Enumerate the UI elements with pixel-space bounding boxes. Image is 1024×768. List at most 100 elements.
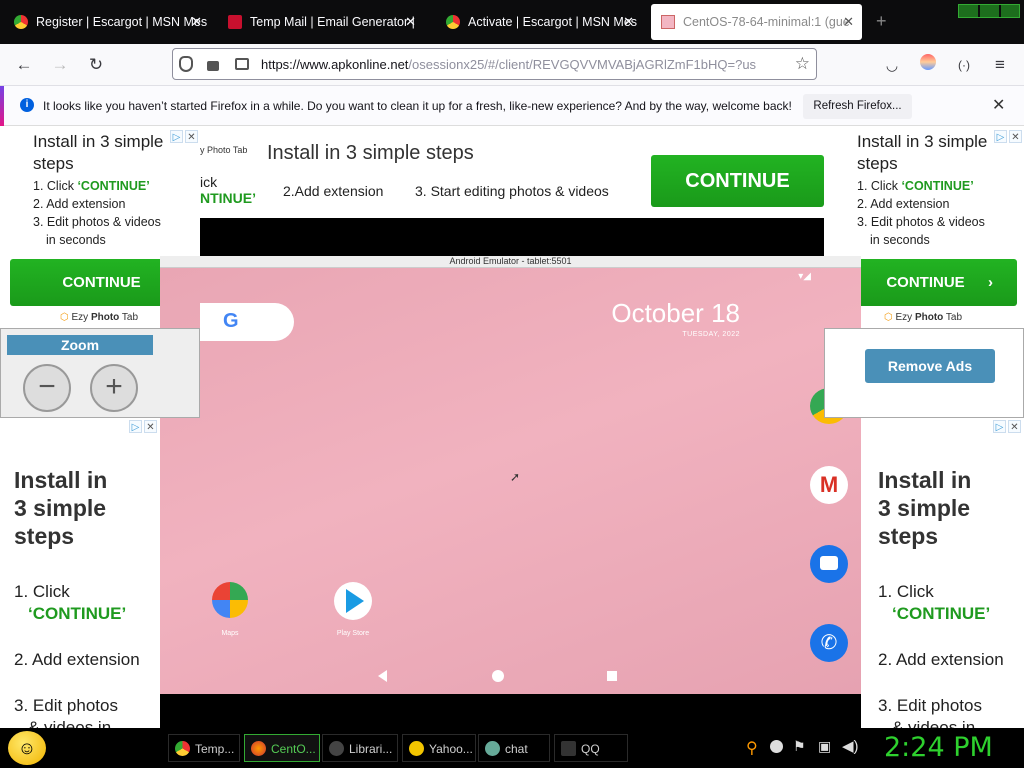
url-text: https://www.apkonline.net/osessionx25/#/… <box>261 57 757 72</box>
ad-brand: ⬡ Ezy Photo Tab <box>884 312 963 323</box>
ad-step-3b: in seconds <box>46 233 106 247</box>
qq-icon <box>561 741 576 756</box>
close-ad-icon[interactable]: ✕ <box>144 420 157 433</box>
banner-step-2: 2.Add extension <box>283 183 384 199</box>
permissions-icon[interactable] <box>235 58 249 70</box>
chevron-right-icon: › <box>988 274 993 291</box>
home-nav-icon[interactable] <box>492 670 504 682</box>
search-icon[interactable]: ⚲ <box>746 738 758 758</box>
tray-icon[interactable] <box>770 740 783 753</box>
back-icon[interactable]: ← <box>12 53 36 77</box>
tab-temp-mail[interactable]: Temp Mail | Email Generator | ✕ <box>218 4 424 40</box>
taskbar-item-centos[interactable]: CentO... <box>244 734 320 762</box>
big-ad-step-3b: & videos in <box>892 718 976 728</box>
big-ad-title: Install in 3 simple steps <box>878 467 972 549</box>
clock[interactable]: 2:24 PM <box>884 732 993 763</box>
firefox-icon <box>251 741 266 756</box>
notification-accent <box>0 86 4 126</box>
emulator-titlebar: Android Emulator - tablet:5501 <box>160 256 861 268</box>
banner-step-fragment: ick <box>200 174 218 190</box>
status-icons: ▾◢ <box>798 271 811 282</box>
menu-icon[interactable]: ≡ <box>988 53 1012 77</box>
right-big-ad[interactable]: ▷ ✕ Install in 3 simple steps 1. Click ‘CO… <box>864 418 1024 728</box>
reload-icon[interactable]: ↻ <box>84 53 108 77</box>
adchoices-icon[interactable]: ▷ <box>129 420 142 433</box>
tab-title: CentOS-78-64-minimal:1 (gue <box>683 15 850 29</box>
refresh-firefox-button[interactable]: Refresh Firefox... <box>803 94 912 119</box>
big-ad-step-3: 3. Edit photos <box>14 696 118 715</box>
close-tab-icon[interactable]: ✕ <box>191 14 202 30</box>
tab-register-escargot[interactable]: Register | Escargot | MSN Mes ✕ <box>4 4 210 40</box>
yahoo-messenger-icon <box>409 741 424 756</box>
adchoices-icon[interactable]: ▷ <box>993 420 1006 433</box>
chrome-icon <box>175 741 190 756</box>
gmail-icon[interactable]: M <box>810 466 848 504</box>
banner-ad[interactable]: y Photo Tab ick NTINUE’ Install in 3 sim… <box>200 128 824 218</box>
taskbar-item-qq[interactable]: QQ <box>554 734 628 762</box>
recents-nav-icon[interactable] <box>607 671 617 681</box>
close-ad-icon[interactable]: ✕ <box>1008 420 1021 433</box>
close-tab-icon[interactable]: ✕ <box>405 14 416 30</box>
chrome-icon <box>14 15 28 29</box>
close-ad-icon[interactable]: ✕ <box>1009 130 1022 143</box>
bookmark-star-icon[interactable]: ☆ <box>795 54 810 74</box>
banner-continue-button[interactable]: CONTINUE <box>651 155 824 207</box>
android-screen[interactable]: G October 18 TUESDAY, 2022 ▾◢ Maps Play … <box>160 268 861 694</box>
pocket-icon[interactable]: ◡ <box>880 53 904 77</box>
play-store-icon[interactable] <box>334 582 372 620</box>
info-icon: i <box>20 98 34 112</box>
banner-title: Install in 3 simple steps <box>267 142 474 164</box>
window-controls[interactable] <box>958 4 1020 18</box>
chrome-icon <box>446 15 460 29</box>
extension-icon[interactable] <box>916 53 940 77</box>
network-icon[interactable]: ▣ <box>818 738 831 755</box>
url-bar[interactable]: https://www.apkonline.net/osessionx25/#/… <box>172 48 817 80</box>
close-tab-icon[interactable]: ✕ <box>623 14 634 30</box>
back-nav-icon[interactable] <box>378 670 387 682</box>
shield-icon[interactable] <box>179 56 193 72</box>
flag-icon[interactable]: ⚑ <box>793 738 806 755</box>
zoom-out-button[interactable]: − <box>23 364 71 412</box>
mouse-cursor-icon: ➚ <box>510 470 521 484</box>
taskbar-item-yahoo[interactable]: Yahoo... <box>402 734 476 762</box>
continue-button[interactable]: CONTINUE› <box>834 259 1017 306</box>
zoom-panel: Zoom − + <box>0 328 200 418</box>
messages-icon[interactable] <box>810 545 848 583</box>
start-menu-icon[interactable]: ☺ <box>8 731 46 765</box>
tab-centos[interactable]: CentOS-78-64-minimal:1 (gue ✕ <box>651 4 862 40</box>
remove-ads-button[interactable]: Remove Ads <box>865 349 995 383</box>
taskbar-item-libraries[interactable]: Librari... <box>322 734 398 762</box>
big-ad-step-1: 1. Click <box>878 582 934 601</box>
ad-step-1: 1. Click ‘CONTINUE’ <box>857 179 974 193</box>
maps-label: Maps <box>221 630 239 637</box>
clock-day: TUESDAY, 2022 <box>682 331 740 338</box>
cast-icon[interactable]: (·) <box>952 53 976 77</box>
google-search-widget[interactable]: G <box>200 303 294 341</box>
left-big-ad[interactable]: ▷ ✕ Install in 3 simple steps 1. Click ‘CO… <box>0 418 160 728</box>
clock-date: October 18 <box>611 298 740 328</box>
close-notification-icon[interactable]: ✕ <box>992 95 1005 115</box>
mail-icon <box>228 15 242 29</box>
ad-step-2: 2. Add extension <box>33 197 126 211</box>
zoom-in-button[interactable]: + <box>90 364 138 412</box>
big-ad-step-1-cta: ‘CONTINUE’ <box>28 604 127 623</box>
big-ad-step-2: 2. Add extension <box>878 650 1004 669</box>
banner-brand: y Photo Tab <box>200 145 248 155</box>
forward-icon[interactable]: → <box>48 53 72 77</box>
big-ad-step-1-cta: ‘CONTINUE’ <box>892 604 991 623</box>
taskbar-item-temp[interactable]: Temp... <box>168 734 240 762</box>
ad-brand: ⬡ Ezy Photo Tab <box>60 312 139 323</box>
taskbar-item-chat[interactable]: chat <box>478 734 550 762</box>
tab-bar: Register | Escargot | MSN Mes ✕ Temp Mai… <box>0 0 1024 44</box>
taskbar: ☺ Temp... CentO... Librari... Yahoo... c… <box>0 728 1024 768</box>
tab-title: Register | Escargot | MSN Mes <box>36 15 208 29</box>
tab-activate-escargot[interactable]: Activate | Escargot | MSN Mes ✕ <box>436 4 642 40</box>
volume-icon[interactable]: ◀) <box>842 737 859 755</box>
close-tab-icon[interactable]: ✕ <box>843 14 854 30</box>
ad-title: Install in 3 simple steps <box>857 132 988 173</box>
close-ad-icon[interactable]: ✕ <box>185 130 198 143</box>
lock-icon[interactable] <box>207 61 219 71</box>
maps-icon[interactable] <box>212 582 248 618</box>
new-tab-button[interactable]: + <box>876 11 887 32</box>
phone-icon[interactable]: ✆ <box>810 624 848 662</box>
